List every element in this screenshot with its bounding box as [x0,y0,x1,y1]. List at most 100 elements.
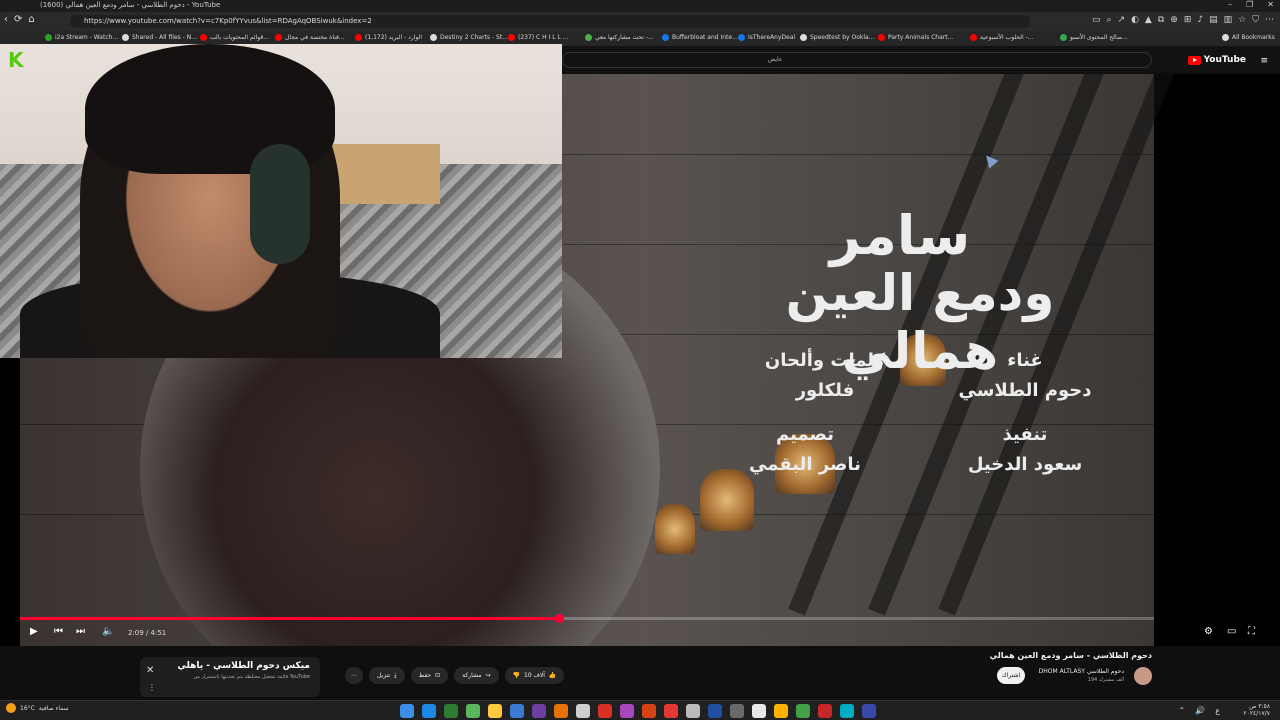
taskbar-app-icon[interactable] [818,704,832,718]
browser-menu-icon[interactable]: ⋯ [1265,15,1274,25]
bookmark-item[interactable]: (237) C H I L L ... [508,34,568,41]
back-icon[interactable]: ‹ [4,14,8,25]
bookmark-item[interactable]: Party Animals Chart... [878,34,953,41]
like-count: 10 آلاف [524,672,545,679]
taskbar-app-icon[interactable] [642,704,656,718]
mix-subtitle: قائمة تشغيل مختلطة يتم تحديثها باستمرار … [193,674,311,680]
taskbar-app-icon[interactable] [466,704,480,718]
settings-icon[interactable]: ⚙ [1204,626,1213,637]
bookmark-item[interactable]: (1,172) الوارد - البريد [355,34,422,41]
fullscreen-icon[interactable]: ⛶ [1248,626,1255,637]
credit-singing-value: دحوم الطلاسي [958,380,1092,401]
maximize-button[interactable]: ❐ [1246,0,1253,9]
playlist-menu-icon[interactable]: ⋮ [148,683,156,692]
reload-icon[interactable]: ⟳ [14,14,22,25]
dislike-icon[interactable]: 👎 [513,672,520,679]
mix-playlist-panel[interactable]: ✕ ⋮ ميكس دحوم الطلاسي - ياهلي قائمة تشغي… [140,657,320,697]
hamburger-menu-icon[interactable]: ≡ [1260,56,1268,66]
theater-mode-icon[interactable]: ▭ [1227,626,1236,637]
share-page-icon[interactable]: ↗ [1118,15,1126,25]
kick-logo-icon: K [8,48,24,72]
download-icon: ⤓ [394,671,397,679]
bookmark-item[interactable]: Speedtest by Ookla... [800,34,874,41]
bookmark-item[interactable]: Bufferbloat and Inte... [662,34,738,41]
bookmark-item[interactable]: قناة مختصة في مجال... [275,34,345,41]
bookmark-item[interactable]: Destiny 2 Charts - St... [430,34,508,41]
credit-design-value: ناصر البقمي [749,454,861,475]
taskbar-app-icon[interactable] [400,704,414,718]
tab-icon[interactable]: ▭ [1092,15,1101,25]
weather-widget[interactable]: 16°C سماء صافية [6,703,69,713]
bookmark-favicon-icon [585,34,592,41]
taskbar-app-icon[interactable] [708,704,722,718]
bookmark-item[interactable]: قوائم المحتويات بالب... [200,34,269,41]
previous-icon[interactable]: ⏮ [54,626,63,637]
volume-icon[interactable]: 🔈 [102,626,114,637]
taskbar-app-icon[interactable] [730,704,744,718]
taskbar-app-icon[interactable] [444,704,458,718]
clock[interactable]: ٣:٥٨ ص ٢٠٢٤/١٧/٧ [1243,703,1270,717]
extension-icon[interactable]: ⊕ [1170,15,1178,25]
taskbar-app-icon[interactable] [532,704,546,718]
home-icon[interactable]: ⌂ [28,14,34,25]
share-icon: ↪ [485,672,491,679]
close-icon[interactable]: ✕ [146,665,154,676]
play-icon[interactable]: ▶ [30,626,38,637]
channel-name[interactable]: DHOM ALTLASY دحوم الطلاسي [1039,668,1124,675]
more-actions-button[interactable]: ⋯ [345,667,363,684]
speaker-icon[interactable]: 🔊 [1195,706,1205,715]
bookmark-item[interactable]: Shared - All files - N... [122,34,197,41]
scrubber-handle[interactable] [554,614,564,623]
taskbar-app-icon[interactable] [796,704,810,718]
taskbar-app-icon[interactable] [774,704,788,718]
bookmark-item[interactable]: IsThereAnyDeal [738,34,795,41]
channel-avatar[interactable] [1134,667,1152,685]
bookmark-item[interactable]: تحت مشاركتها معي -... [585,34,654,41]
bookmark-item[interactable]: i2a Stream - Watch... [45,34,118,41]
youtube-logo[interactable]: YouTube [1187,55,1246,65]
like-icon[interactable]: 👍 [549,672,556,679]
bookmark-favicon-icon [122,34,129,41]
credit-singing-label: غناء [1007,350,1043,371]
address-bar[interactable]: https://www.youtube.com/watch?v=c7Kp0fYY… [70,15,1030,28]
save-button[interactable]: حفظ ⊡ [410,667,449,684]
brave-shield-icon[interactable]: ◐ [1131,15,1139,25]
rewards-icon[interactable]: ▲ [1145,15,1152,25]
vpn-icon[interactable]: ⛉ [1252,15,1259,25]
share-button[interactable]: مشاركة ↪ [454,667,499,684]
taskbar-app-icon[interactable] [752,704,766,718]
taskbar-app-icon[interactable] [554,704,568,718]
bookmark-favicon-icon [430,34,437,41]
taskbar-app-icon[interactable] [862,704,876,718]
player-controls: ▶ ⏮ ⏭ 🔈 2:09 / 4:51 ⚙ ▭ ⛶ [20,624,1260,642]
media-icon[interactable]: ♪ [1197,15,1203,25]
taskbar-app-icon[interactable] [510,704,524,718]
progress-bar[interactable] [20,614,1154,623]
close-window-button[interactable]: ✕ [1267,0,1274,9]
extension-icon[interactable]: ⧉ [1158,15,1164,25]
minimize-button[interactable]: – [1228,0,1232,9]
taskbar-apps [400,704,876,718]
bookmark-star-icon[interactable]: ☆ [1238,15,1246,25]
taskbar-app-icon[interactable] [620,704,634,718]
language-icon[interactable]: ع [1215,706,1220,715]
taskbar-app-icon[interactable] [664,704,678,718]
bookmark-item[interactable]: الحلوب الأسبوعية -... [970,34,1033,41]
all-bookmarks-button[interactable]: All Bookmarks [1222,34,1275,41]
taskbar-app-icon[interactable] [598,704,612,718]
taskbar-app-icon[interactable] [488,704,502,718]
taskbar-app-icon[interactable] [576,704,590,718]
zoom-icon[interactable]: ⌕ [1106,15,1111,25]
subscribe-button[interactable]: اشتراك [997,667,1025,684]
bookmark-item[interactable]: صالح المحتوى الأسبو... [1060,34,1128,41]
taskbar-app-icon[interactable] [840,704,854,718]
sidebar-icon[interactable]: ▤ [1209,15,1218,25]
search-input[interactable]: عايض [562,52,1152,68]
download-button[interactable]: تنزيل ⤓ [369,667,405,684]
next-icon[interactable]: ⏭ [76,626,85,637]
tray-overflow-icon[interactable]: ⌃ [1179,706,1186,715]
tab-search-icon[interactable]: ▥ [1224,15,1233,25]
taskbar-app-icon[interactable] [686,704,700,718]
taskbar-app-icon[interactable] [422,704,436,718]
extensions-menu-icon[interactable]: ⊞ [1184,15,1192,25]
